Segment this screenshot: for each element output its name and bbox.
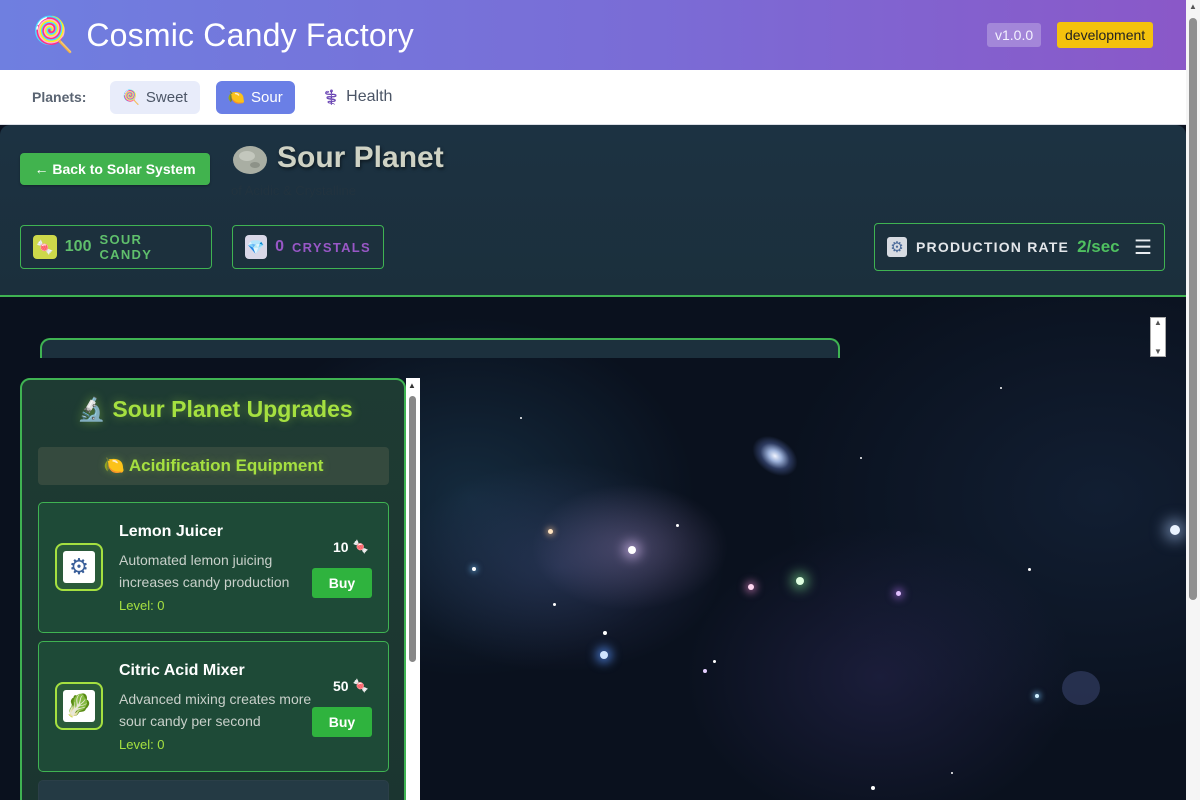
production-rate-label: PRODUCTION RATE — [916, 239, 1070, 255]
upgrade-cost: 50 🍬 — [333, 678, 369, 694]
arrow-up-icon: ▲ — [408, 381, 416, 390]
star — [553, 603, 556, 606]
arrow-down-icon: ▼ — [1154, 347, 1162, 356]
star — [713, 660, 716, 663]
star — [600, 651, 608, 659]
upgrades-panel-body: 🔬 Sour Planet Upgrades 🍋 Acidification E… — [20, 378, 406, 800]
production-rate-box: ⚙ PRODUCTION RATE 2/sec ☰ — [874, 223, 1165, 271]
planet-orb — [1062, 671, 1100, 705]
star — [1028, 568, 1031, 571]
star — [520, 417, 522, 419]
planet-icon — [233, 146, 267, 174]
planets-label: Planets: — [32, 89, 87, 105]
upgrade-icon-frame: ⚙ — [55, 543, 103, 591]
tab-sweet[interactable]: 🍭 Sweet — [110, 80, 200, 114]
sour-candy-icon: 🍬 — [33, 235, 57, 259]
star — [1035, 694, 1039, 698]
scrollbar-thumb[interactable] — [1189, 18, 1197, 600]
crystal-icon: 💎 — [245, 235, 268, 259]
planet-header: ← Back to Solar System Sour Planet of Ac… — [0, 125, 1186, 297]
crystals-label: CRYSTALS — [291, 239, 371, 255]
hamburger-menu-icon[interactable]: ☰ — [1134, 235, 1152, 260]
spiral-galaxy — [744, 427, 806, 485]
upgrade-name: Lemon Juicer — [119, 523, 224, 540]
upgrade-card-partial — [38, 780, 389, 800]
upgrade-cost-value: 10 — [333, 539, 349, 555]
star — [871, 786, 875, 790]
star — [951, 772, 953, 774]
arrow-up-icon: ▲ — [1154, 318, 1162, 327]
star — [548, 529, 553, 534]
candy-icon: 🍬 — [352, 539, 369, 554]
upgrade-level: Level: 0 — [119, 737, 165, 752]
arrow-up-icon: ▲ — [1189, 2, 1197, 11]
upgrade-name: Citric Acid Mixer — [119, 662, 245, 679]
star — [1170, 525, 1180, 535]
version-badge: v1.0.0 — [987, 23, 1042, 47]
back-to-solar-system-button[interactable]: ← Back to Solar System — [20, 153, 210, 185]
upgrade-card-lemon-juicer: ⚙ Lemon Juicer Automated lemon juicing i… — [38, 502, 389, 633]
app-title: Cosmic Candy Factory — [86, 16, 414, 53]
upgrade-description: Automated lemon juicing increases candy … — [119, 552, 290, 590]
star — [703, 669, 707, 673]
upgrade-cost-value: 50 — [333, 678, 349, 694]
app-header: 🍭 Cosmic Candy Factory v1.0.0 developmen… — [0, 0, 1186, 70]
crystals-value: 0 — [275, 238, 284, 255]
leaf-icon: 🥬 — [63, 690, 95, 722]
gear-icon: ⚙ — [887, 237, 907, 257]
star — [603, 631, 607, 635]
upgrades-scrollbar[interactable]: ▲ — [406, 378, 420, 800]
lemon-icon: 🍋 — [227, 88, 246, 105]
production-rate-value: 2/sec — [1077, 237, 1120, 256]
page-scrollbar[interactable]: ▲ — [1186, 0, 1200, 800]
sour-candy-value: 100 — [64, 238, 92, 255]
star — [896, 591, 901, 596]
mini-scrollbar[interactable]: ▲ ▼ — [1150, 317, 1166, 357]
upgrade-description: Advanced mixing creates more sour candy … — [119, 691, 312, 729]
tab-sour[interactable]: 🍋 Sour — [215, 80, 295, 114]
lollipop-icon: 🍭 — [122, 88, 140, 105]
sour-candy-counter: 🍬 100 SOUR CANDY — [20, 225, 212, 269]
sour-candy-label: SOUR CANDY — [99, 232, 153, 262]
environment-badge: development — [1057, 22, 1154, 48]
tab-label: Sweet — [145, 88, 188, 106]
upgrade-card-citric-acid-mixer: 🥬 Citric Acid Mixer Advanced mixing crea… — [38, 641, 389, 772]
star — [676, 524, 679, 527]
planet-subtitle: of Acidic & Crystalline — [231, 183, 356, 198]
star — [796, 577, 804, 585]
upgrades-title: 🔬 Sour Planet Upgrades — [77, 396, 353, 422]
caduceus-icon: ⚕️ — [322, 88, 341, 105]
candy-icon: 🍬 — [352, 678, 369, 693]
star — [472, 567, 476, 571]
star — [628, 546, 636, 554]
buy-lemon-juicer-button[interactable]: Buy — [312, 568, 372, 598]
tab-label: Health — [346, 88, 393, 105]
star — [748, 584, 754, 590]
gear-icon: ⚙ — [63, 551, 95, 583]
content-frame-top — [40, 338, 840, 358]
upgrade-cost: 10 🍬 — [333, 539, 369, 555]
buy-citric-acid-mixer-button[interactable]: Buy — [312, 707, 372, 737]
planet-nav: Planets: 🍭 Sweet 🍋 Sour ⚕️ Health — [0, 70, 1186, 125]
tab-health[interactable]: ⚕️ Health — [311, 81, 405, 114]
crystals-counter: 💎 0 CRYSTALS — [232, 225, 384, 269]
upgrade-section-header: 🍋 Acidification Equipment — [38, 447, 389, 485]
scrollbar-thumb[interactable] — [409, 396, 416, 662]
lollipop-icon: 🍭 — [32, 16, 75, 54]
upgrade-level: Level: 0 — [119, 598, 165, 613]
planet-title: Sour Planet — [277, 141, 444, 174]
tab-label: Sour — [251, 88, 283, 106]
upgrade-icon-frame: 🥬 — [55, 682, 103, 730]
upgrades-panel: 🔬 Sour Planet Upgrades 🍋 Acidification E… — [20, 378, 420, 800]
star — [860, 457, 862, 459]
star — [1000, 387, 1002, 389]
